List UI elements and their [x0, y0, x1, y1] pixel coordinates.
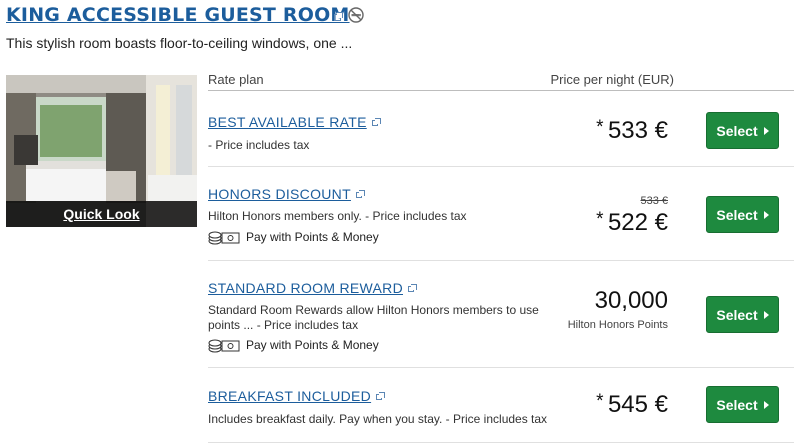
rate-row-breakfast-included: BREAKFAST INCLUDED Includes breakfast da…	[208, 368, 794, 443]
quick-look-link[interactable]: Quick Look	[63, 206, 139, 222]
price-asterisk: *	[596, 209, 604, 230]
rate-description: Standard Room Rewards allow Hilton Honor…	[208, 303, 539, 332]
select-button[interactable]: Select	[706, 386, 779, 423]
chevron-right-icon	[763, 310, 769, 319]
room-title[interactable]: KING ACCESSIBLE GUEST ROOM	[6, 4, 350, 26]
select-button[interactable]: Select	[706, 112, 779, 149]
price-value: 545 €	[607, 391, 668, 418]
no-smoking-icon	[348, 7, 364, 23]
select-label: Select	[716, 396, 758, 413]
rate-row-best-available: BEST AVAILABLE RATE - Price includes tax…	[208, 91, 794, 167]
price: * 545 €	[596, 391, 668, 419]
rate-description: - Price includes tax	[208, 138, 310, 152]
points-money-text: Pay with Points & Money	[246, 230, 379, 244]
room-description: This stylish room boasts floor-to-ceilin…	[6, 35, 353, 51]
price-value: 30,000	[594, 287, 668, 314]
chevron-right-icon	[763, 400, 769, 409]
rate-plan-name[interactable]: HONORS DISCOUNT	[208, 186, 351, 202]
points-money-icon	[208, 231, 240, 245]
external-link-icon	[355, 190, 365, 199]
price: * 522 €	[596, 209, 668, 237]
select-label: Select	[716, 206, 758, 223]
original-price: 533 €	[640, 195, 668, 207]
points-money-line: Pay with Points & Money	[208, 337, 379, 353]
rate-row-honors-discount: HONORS DISCOUNT Hilton Honors members on…	[208, 167, 794, 261]
rate-plan-name[interactable]: STANDARD ROOM REWARD	[208, 280, 403, 296]
external-link-icon	[376, 392, 386, 401]
price-value: 533 €	[607, 117, 668, 144]
row-divider	[208, 442, 794, 443]
quick-look-bar: Quick Look	[6, 201, 197, 227]
external-link-icon	[334, 12, 343, 22]
select-button[interactable]: Select	[706, 196, 779, 233]
room-photo[interactable]: Quick Look	[6, 75, 197, 227]
select-button[interactable]: Select	[706, 296, 779, 333]
external-link-icon	[408, 284, 417, 293]
chevron-right-icon	[763, 126, 769, 135]
points-money-line: Pay with Points & Money	[208, 229, 379, 245]
rate-plan-link[interactable]: HONORS DISCOUNT	[208, 186, 365, 202]
price-header: Price per night (EUR)	[550, 72, 674, 87]
rate-description: Includes breakfast daily. Pay when you s…	[208, 412, 548, 426]
points-money-text: Pay with Points & Money	[246, 338, 379, 352]
rate-row-standard-room-reward: STANDARD ROOM REWARD Standard Room Rewar…	[208, 261, 794, 368]
external-link-icon	[371, 118, 381, 127]
rate-plan-link[interactable]: BEST AVAILABLE RATE	[208, 114, 381, 130]
price-asterisk: *	[596, 117, 604, 138]
price-unit: Hilton Honors Points	[567, 319, 668, 331]
rate-description: Hilton Honors members only. - Price incl…	[208, 209, 467, 223]
price-asterisk: *	[596, 391, 604, 412]
points-money-icon	[208, 339, 240, 353]
select-label: Select	[716, 306, 758, 323]
price-value: 522 €	[607, 209, 668, 236]
rate-plan-name[interactable]: BREAKFAST INCLUDED	[208, 388, 371, 404]
rate-plan-header: Rate plan	[208, 72, 264, 87]
chevron-right-icon	[763, 210, 769, 219]
select-label: Select	[716, 122, 758, 139]
rate-plan-name[interactable]: BEST AVAILABLE RATE	[208, 114, 367, 130]
rate-plan-link[interactable]: BREAKFAST INCLUDED	[208, 388, 386, 404]
rate-plan-link[interactable]: STANDARD ROOM REWARD	[208, 280, 417, 296]
price: 30,000	[595, 287, 668, 315]
price: * 533 €	[596, 117, 668, 145]
